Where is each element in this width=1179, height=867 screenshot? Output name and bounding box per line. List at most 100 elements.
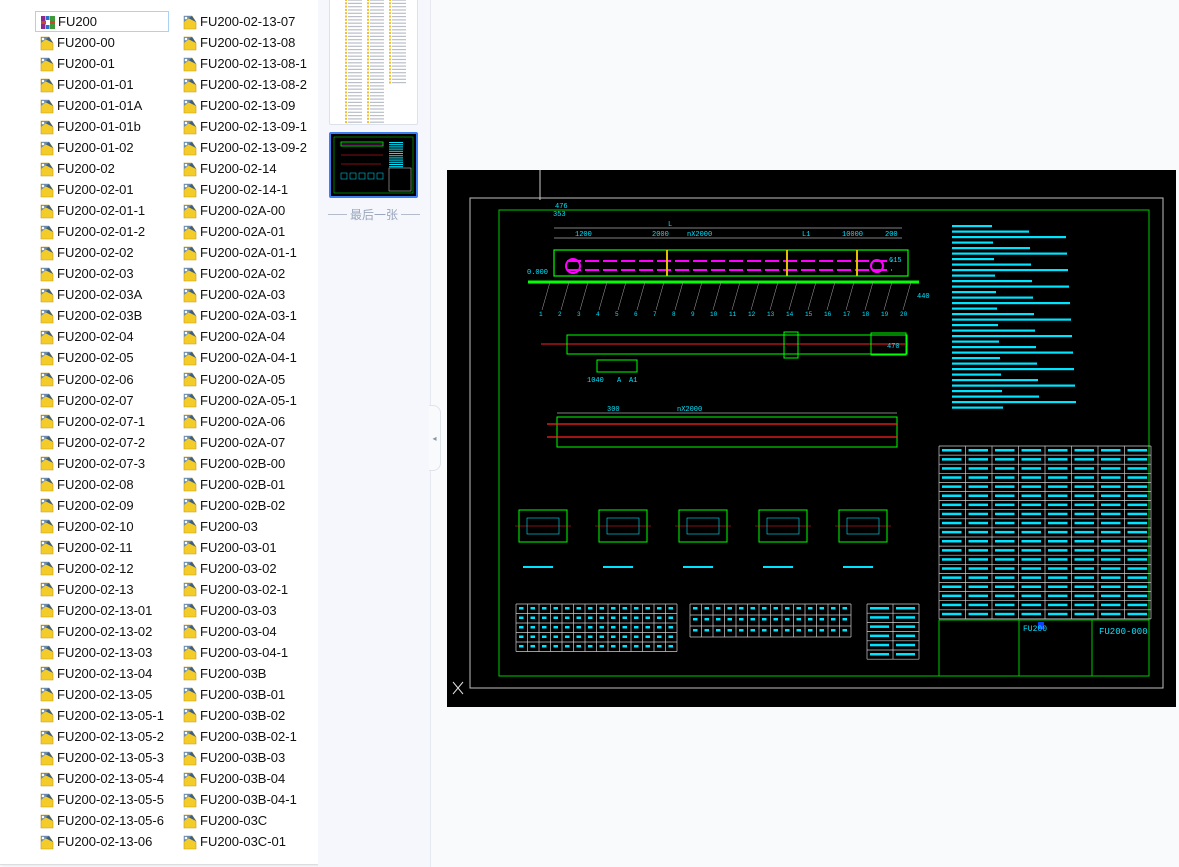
file-item[interactable]: FU200-02A-04 (178, 326, 285, 347)
file-item[interactable]: FU200-02-13-08-1 (178, 53, 307, 74)
file-item[interactable]: FU200-02-13-05-4 (35, 768, 164, 789)
file-item[interactable]: FU200-02-13-02 (35, 621, 152, 642)
file-item[interactable]: FU200-03C-01 (178, 831, 286, 852)
mini-file-icon (345, 111, 347, 114)
file-item[interactable]: FU200-02-03 (35, 263, 134, 284)
file-item[interactable]: FU200-02-07-3 (35, 453, 145, 474)
thumbnail-strip: 最后一张 (318, 0, 430, 867)
file-item[interactable]: FU200-02-13-05-5 (35, 789, 164, 810)
collapse-button[interactable]: ◂ (429, 405, 441, 471)
file-item[interactable]: FU200-02B-00 (178, 453, 285, 474)
file-item[interactable]: FU200-02-13-09-1 (178, 116, 307, 137)
file-item[interactable]: FU200-02-13-03 (35, 642, 152, 663)
file-item[interactable]: FU200-02-13-08 (178, 32, 295, 53)
spec-table-cell (645, 626, 650, 629)
file-item[interactable]: FU200-02B-02 (178, 495, 285, 516)
file-item[interactable]: FU200-02-09 (35, 495, 134, 516)
file-item[interactable]: FU200-02-01-1 (35, 200, 145, 221)
file-item[interactable]: FU200-01-01A (35, 95, 142, 116)
file-item[interactable]: FU200-03-04-1 (178, 642, 288, 663)
file-item[interactable]: FU200-02-03B (35, 305, 142, 326)
mini-file-icon (345, 38, 347, 41)
file-item[interactable]: FU200-02-05 (35, 347, 134, 368)
spec-table-cell (519, 645, 524, 648)
file-item[interactable]: FU200-01 (35, 53, 115, 74)
file-item[interactable]: FU200-02-04 (35, 326, 134, 347)
file-item[interactable]: FU200-03B-01 (178, 684, 285, 705)
leader-line (560, 281, 570, 311)
file-item[interactable]: FU200-02-13-08-2 (178, 74, 307, 95)
file-item[interactable]: FU200-02-13-01 (35, 600, 152, 621)
file-item[interactable]: FU200-03B-04-1 (178, 789, 297, 810)
file-item[interactable]: FU200-02-13-05-2 (35, 726, 164, 747)
file-item[interactable]: FU200-02-14-1 (178, 179, 288, 200)
mini-table (388, 167, 412, 192)
file-item[interactable]: FU200-03B (178, 663, 266, 684)
file-item[interactable]: FU200-03-02-1 (178, 579, 288, 600)
file-item[interactable]: FU200-02-01 (35, 179, 134, 200)
file-item[interactable]: FU200-01-02 (35, 137, 134, 158)
file-item[interactable]: FU200-02-06 (35, 369, 134, 390)
thumbnail-drawing-active[interactable] (329, 132, 418, 198)
file-item[interactable]: FU200-02A-05-1 (178, 390, 297, 411)
file-item[interactable]: FU200-01-01 (35, 74, 134, 95)
file-item[interactable]: FU200-02-10 (35, 516, 134, 537)
file-item[interactable]: FU200-03B-04 (178, 768, 285, 789)
file-item[interactable]: FU200-02-13-09-2 (178, 137, 307, 158)
file-item[interactable]: FU200-02-13-06 (35, 831, 152, 852)
file-item[interactable]: FU200-02-02 (35, 242, 134, 263)
chevron-left-icon: ◂ (432, 433, 437, 443)
file-item[interactable]: FU200-03B-03 (178, 747, 285, 768)
file-item[interactable]: FU200-03-02 (178, 558, 277, 579)
file-item[interactable]: FU200-02B-01 (178, 474, 285, 495)
file-item[interactable]: FU200-02A-03 (178, 284, 285, 305)
file-item[interactable]: FU200-03 (178, 516, 258, 537)
file-item[interactable]: FU200-02-07 (35, 390, 134, 411)
file-item[interactable]: FU200-02-14 (178, 158, 277, 179)
file-item[interactable]: FU200-00 (35, 32, 115, 53)
file-item[interactable]: FU200-03-04 (178, 621, 277, 642)
file-item[interactable]: FU200-02A-04-1 (178, 347, 297, 368)
file-item[interactable]: FU200-02-07-2 (35, 432, 145, 453)
file-item[interactable]: FU200-03-03 (178, 600, 277, 621)
spec-table-2-cell (704, 607, 709, 610)
file-item[interactable]: FU200-02-01-2 (35, 221, 145, 242)
file-item[interactable]: FU200-02A-06 (178, 411, 285, 432)
spec-table-2-cell (808, 618, 813, 621)
file-item[interactable]: FU200-02A-01 (178, 221, 285, 242)
file-item[interactable]: FU200-02-13-09 (178, 95, 295, 116)
file-item[interactable]: FU200-02A-03-1 (178, 305, 297, 326)
file-item[interactable]: FU200-02-13-07 (178, 11, 295, 32)
file-item[interactable]: FU200-02-11 (35, 537, 133, 558)
file-item[interactable]: FU200-03C (178, 810, 267, 831)
file-item[interactable]: FU200-03-01 (178, 537, 277, 558)
file-item[interactable]: FU200-02A-07 (178, 432, 285, 453)
file-item[interactable]: FU200-02 (35, 158, 115, 179)
file-item[interactable]: FU200-02-03A (35, 284, 142, 305)
spec-table-2-cell (762, 607, 767, 610)
file-item[interactable]: FU200-02-12 (35, 558, 134, 579)
file-item[interactable]: FU200-02-13 (35, 579, 134, 600)
file-item[interactable]: FU200-02-13-05-6 (35, 810, 164, 831)
technical-note (952, 373, 1001, 376)
parts-list-cell (1048, 603, 1068, 607)
file-item[interactable]: FU200-03B-02-1 (178, 726, 297, 747)
file-item[interactable]: FU200-02-13-04 (35, 663, 152, 684)
file-item[interactable]: FU200-02-13-05 (35, 684, 152, 705)
file-item[interactable]: FU200-03B-02 (178, 705, 285, 726)
file-item[interactable]: FU200 (35, 11, 169, 32)
file-item[interactable]: FU200-01-01b (35, 116, 141, 137)
thumbnail-file-list[interactable] (329, 0, 418, 125)
file-item[interactable]: FU200-02A-05 (178, 369, 285, 390)
file-item[interactable]: FU200-02A-02 (178, 263, 285, 284)
file-item[interactable]: FU200-02-13-05-3 (35, 747, 164, 768)
file-item[interactable]: FU200-02-13-05-1 (35, 705, 164, 726)
file-item[interactable]: FU200-02-07-1 (35, 411, 145, 432)
param-table-cell (896, 616, 915, 619)
file-name: FU200-02-06 (57, 371, 134, 387)
mini-file-icon (389, 15, 391, 18)
cad-drawing-preview[interactable]: 1200 2000 nX2000 L L1 10000 200 0.000 440 615 476 3… (447, 170, 1176, 707)
file-item[interactable]: FU200-02A-01-1 (178, 242, 297, 263)
file-item[interactable]: FU200-02A-00 (178, 200, 285, 221)
file-item[interactable]: FU200-02-08 (35, 474, 134, 495)
